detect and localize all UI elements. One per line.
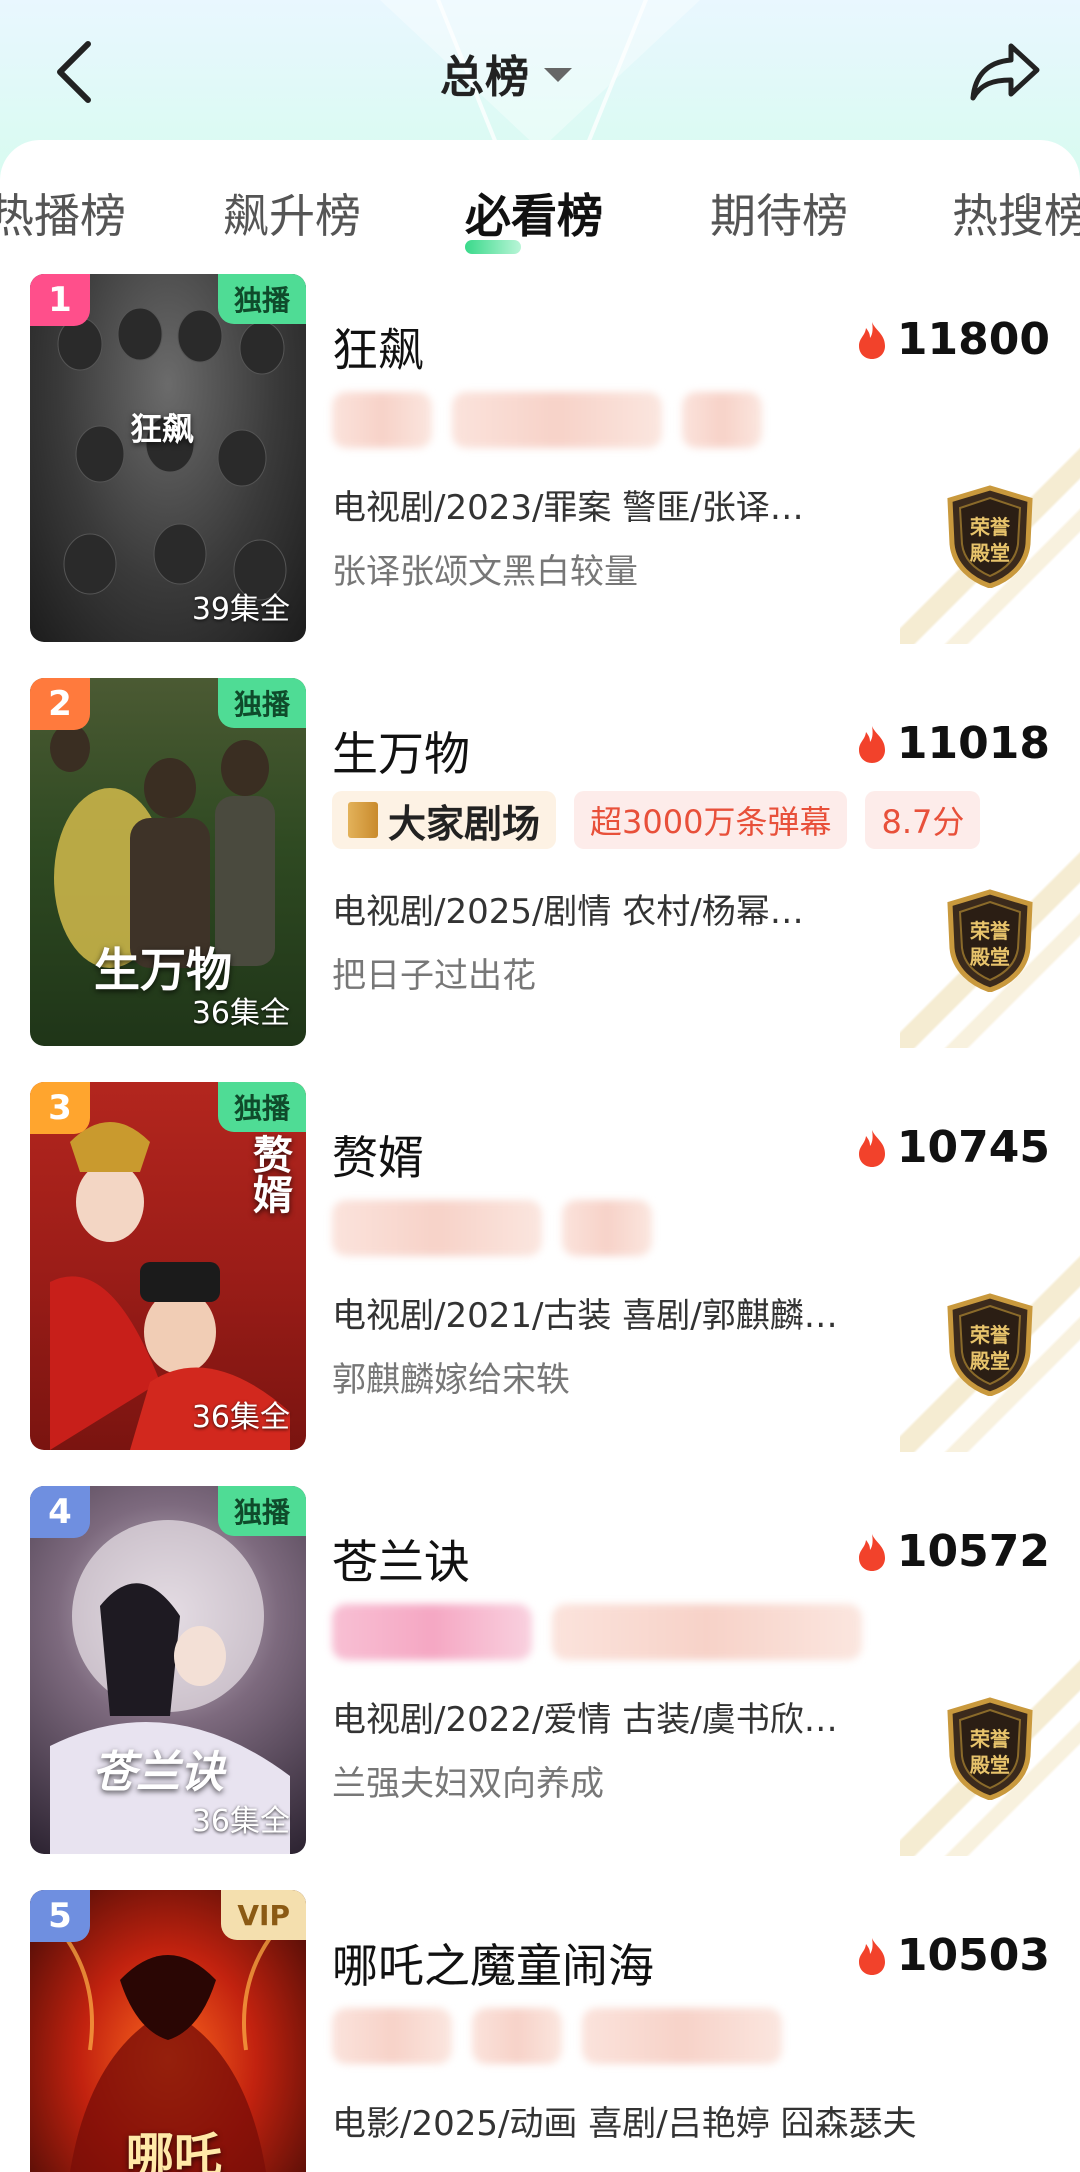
exclusive-badge: 独播 bbox=[217, 1082, 306, 1132]
show-title: 生万物 bbox=[332, 727, 470, 781]
page-title: 总榜 bbox=[440, 52, 530, 103]
show-tagline: 把日子过出花 bbox=[332, 956, 536, 996]
show-title: 苍兰诀 bbox=[332, 1535, 470, 1589]
poster-title: 哪吒 bbox=[126, 2128, 223, 2172]
tab-hot-play[interactable]: 热播榜 bbox=[0, 180, 126, 246]
heat-score: 11800 bbox=[857, 314, 1050, 365]
show-tagline: 郭麒麟嫁给宋轶 bbox=[332, 1360, 570, 1400]
poster-title: 苍兰诀 bbox=[92, 1747, 224, 1798]
rank-badge: 1 bbox=[30, 274, 90, 326]
heat-score: 10745 bbox=[857, 1122, 1050, 1173]
tab-anticipated[interactable]: 期待榜 bbox=[710, 180, 848, 246]
ranking-item[interactable]: 哪吒 5 VIP 哪吒之魔童闹海 10503 电影/2025/动画 喜剧/吕艳婷… bbox=[0, 1890, 1080, 2172]
show-meta: 电视剧/2025/剧情 农村/杨幂… bbox=[332, 892, 804, 932]
exclusive-badge: 独播 bbox=[217, 274, 306, 324]
rank-badge: 3 bbox=[30, 1082, 90, 1134]
svg-text:荣誉: 荣誉 bbox=[969, 919, 1011, 943]
poster[interactable]: 哪吒 5 VIP bbox=[30, 1890, 306, 2172]
exclusive-badge: 独播 bbox=[217, 678, 306, 728]
honor-shield-icon: 荣誉 殿堂 bbox=[947, 889, 1033, 992]
chevron-left-icon bbox=[57, 41, 91, 103]
ranking-item[interactable]: 苍兰诀 4 独播 36集全 苍兰诀 10572 电视剧/2022/爱情 古装/虞… bbox=[0, 1486, 1080, 1866]
show-tagline: 兰强夫妇双向养成 bbox=[332, 1764, 604, 1804]
svg-text:殿堂: 殿堂 bbox=[969, 945, 1010, 969]
flame-icon bbox=[858, 1533, 885, 1571]
ranking-item[interactable]: 狂飙 1 独播 39集全 狂飙 11800 电视剧/2023/罪案 警匪/张译…… bbox=[0, 274, 1080, 654]
ranking-tabs: 热播榜 飙升榜 必看榜 期待榜 热搜榜 bbox=[0, 140, 1080, 270]
ranking-item[interactable]: 生万物 2 独播 36集全 生万物 11018 大家剧场 超3000万条弹幕 8… bbox=[0, 678, 1080, 1058]
flame-icon bbox=[858, 1129, 885, 1167]
top-bar: 总榜 bbox=[0, 0, 1080, 140]
honor-hall-badge: 荣誉 殿堂 bbox=[900, 434, 1080, 644]
episode-count: 36集全 bbox=[191, 1400, 290, 1435]
honor-hall-badge: 荣誉 殿堂 bbox=[900, 1242, 1080, 1452]
svg-text:殿堂: 殿堂 bbox=[969, 1753, 1010, 1777]
rank-badge: 5 bbox=[30, 1890, 90, 1942]
flame-icon bbox=[858, 1937, 885, 1975]
heat-score: 10503 bbox=[857, 1930, 1050, 1981]
theater-tag[interactable]: 大家剧场 bbox=[332, 791, 557, 849]
danmu-tag: 超3000万条弹幕 bbox=[574, 791, 848, 849]
blurred-tags bbox=[332, 2008, 782, 2064]
honor-shield-icon: 荣誉 殿堂 bbox=[947, 1293, 1033, 1396]
rank-badge: 2 bbox=[30, 678, 90, 730]
share-arrow-icon bbox=[970, 43, 1040, 101]
board-selector[interactable]: 总榜 bbox=[440, 38, 572, 108]
poster[interactable]: 狂飙 1 独播 39集全 bbox=[30, 274, 306, 642]
blurred-tags bbox=[332, 1604, 862, 1660]
ranking-item[interactable]: 赘婿 3 独播 36集全 赘婿 10745 电视剧/2021/古装 喜剧/郭麒麟… bbox=[0, 1082, 1080, 1462]
svg-text:荣誉: 荣誉 bbox=[969, 1323, 1011, 1347]
show-meta: 电视剧/2022/爱情 古装/虞书欣… bbox=[332, 1700, 838, 1740]
rank-badge: 4 bbox=[30, 1486, 90, 1538]
tab-hot-search[interactable]: 热搜榜 bbox=[952, 180, 1080, 246]
svg-text:殿堂: 殿堂 bbox=[969, 541, 1010, 565]
honor-hall-badge: 荣誉 殿堂 bbox=[900, 838, 1080, 1048]
svg-text:殿堂: 殿堂 bbox=[969, 1349, 1010, 1373]
back-button[interactable] bbox=[44, 32, 104, 112]
poster-title: 狂飙 bbox=[130, 410, 195, 448]
episode-count: 36集全 bbox=[191, 996, 290, 1031]
svg-text:荣誉: 荣誉 bbox=[969, 515, 1011, 539]
flame-icon bbox=[858, 725, 885, 763]
exclusive-badge: 独播 bbox=[217, 1486, 306, 1536]
show-meta: 电视剧/2021/古装 喜剧/郭麒麟… bbox=[332, 1296, 838, 1336]
tab-must-watch[interactable]: 必看榜 bbox=[465, 180, 603, 254]
show-tags: 大家剧场 超3000万条弹幕 8.7分 bbox=[332, 790, 981, 850]
blurred-tags bbox=[332, 392, 762, 448]
vip-badge: VIP bbox=[221, 1890, 306, 1940]
poster-title: 赘婿 bbox=[246, 1134, 293, 1214]
poster[interactable]: 赘婿 3 独播 36集全 bbox=[30, 1082, 306, 1450]
honor-shield-icon: 荣誉 殿堂 bbox=[947, 485, 1033, 588]
svg-text:荣誉: 荣誉 bbox=[969, 1727, 1011, 1751]
show-title: 赘婿 bbox=[332, 1131, 424, 1185]
episode-count: 36集全 bbox=[191, 1804, 290, 1839]
heat-score: 10572 bbox=[857, 1526, 1050, 1577]
show-title: 哪吒之魔童闹海 bbox=[332, 1939, 654, 1993]
episode-count: 39集全 bbox=[191, 592, 290, 627]
show-title: 狂飙 bbox=[332, 323, 424, 377]
blurred-tags bbox=[332, 1200, 652, 1256]
share-button[interactable] bbox=[960, 32, 1050, 112]
honor-hall-badge: 荣誉 殿堂 bbox=[900, 1646, 1080, 1856]
book-icon bbox=[348, 802, 378, 838]
heat-score: 11018 bbox=[857, 718, 1050, 769]
honor-shield-icon: 荣誉 殿堂 bbox=[947, 1697, 1033, 1800]
show-meta: 电视剧/2023/罪案 警匪/张译… bbox=[332, 488, 804, 528]
caret-down-icon bbox=[544, 68, 572, 82]
poster[interactable]: 苍兰诀 4 独播 36集全 bbox=[30, 1486, 306, 1854]
tab-rising[interactable]: 飙升榜 bbox=[223, 180, 361, 246]
show-tagline: 张译张颂文黑白较量 bbox=[332, 552, 638, 592]
show-meta: 电影/2025/动画 喜剧/吕艳婷 囧森瑟夫 bbox=[332, 2104, 917, 2144]
ranking-panel: 热播榜 飙升榜 必看榜 期待榜 热搜榜 狂飙 1 独播 39集全 狂飙 1180… bbox=[0, 140, 1080, 2172]
flame-icon bbox=[858, 321, 885, 359]
poster[interactable]: 生万物 2 独播 36集全 bbox=[30, 678, 306, 1046]
